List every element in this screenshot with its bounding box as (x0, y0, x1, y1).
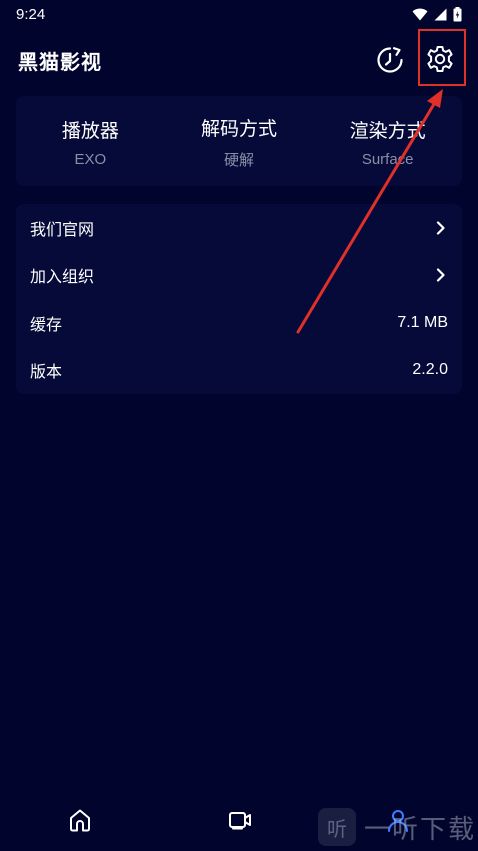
list-item-join-group[interactable]: 加入组织 (16, 252, 462, 300)
history-button[interactable] (372, 42, 408, 78)
screen: 9:24 黑猫影视 播放器 EXO 解码方式 硬解 渲染方式 Surface 我… (0, 0, 478, 851)
history-icon (377, 47, 403, 73)
list-item-label: 我们官网 (30, 219, 95, 239)
status-bar: 9:24 (0, 0, 478, 28)
settings-list-card: 我们官网 加入组织 缓存 7.1 MB 版本 2.2.0 (16, 204, 462, 394)
watermark: 听 一听下载 (318, 808, 476, 846)
version-value: 2.2.0 (412, 361, 448, 379)
wifi-icon (412, 8, 428, 20)
player-settings-card: 播放器 EXO 解码方式 硬解 渲染方式 Surface (16, 96, 462, 186)
chevron-right-icon (436, 268, 445, 282)
cache-size-value: 7.1 MB (397, 313, 448, 331)
annotation-highlight-box (418, 29, 466, 86)
video-icon (229, 812, 251, 830)
player-setting-render[interactable]: 渲染方式 Surface (313, 96, 462, 186)
player-setting-label: 播放器 (61, 120, 119, 142)
list-item-label: 缓存 (30, 314, 63, 334)
nav-home-button[interactable] (62, 802, 98, 838)
player-setting-value: EXO (74, 151, 107, 168)
list-item-label: 加入组织 (30, 267, 95, 287)
status-time: 9:24 (16, 5, 46, 23)
player-setting-player[interactable]: 播放器 EXO (16, 96, 165, 186)
home-icon (70, 809, 90, 832)
app-header: 黑猫影视 (0, 32, 478, 88)
player-setting-value: 硬解 (224, 151, 255, 169)
list-item-cache[interactable]: 缓存 7.1 MB (16, 299, 462, 347)
signal-icon (434, 8, 447, 20)
list-item-label: 版本 (30, 362, 63, 382)
player-setting-value: Surface (361, 151, 414, 168)
list-item-website[interactable]: 我们官网 (16, 204, 462, 252)
status-icons (412, 6, 462, 22)
battery-icon (453, 6, 462, 21)
list-item-version: 版本 2.2.0 (16, 347, 462, 395)
player-setting-label: 渲染方式 (349, 120, 426, 142)
player-setting-label: 解码方式 (201, 118, 278, 140)
chevron-right-icon (436, 221, 445, 235)
watermark-text: 一听下载 (364, 814, 477, 845)
nav-video-button[interactable] (222, 802, 258, 838)
player-setting-decode[interactable]: 解码方式 硬解 (165, 96, 314, 186)
watermark-logo: 听 (318, 808, 356, 846)
app-title: 黑猫影视 (18, 50, 102, 74)
